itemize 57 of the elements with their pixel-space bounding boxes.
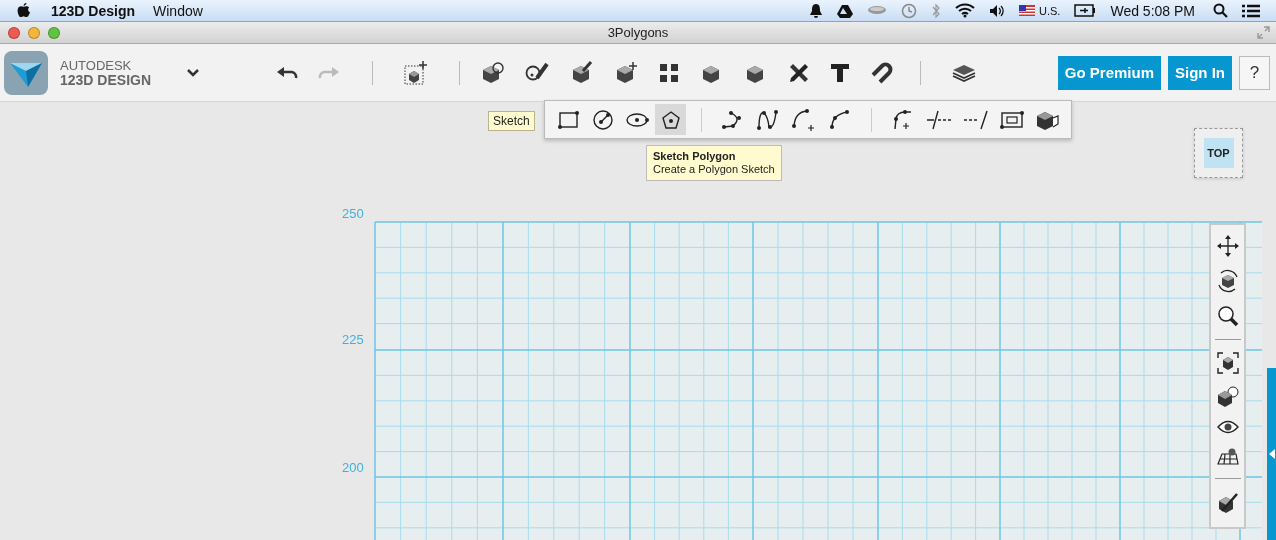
close-button[interactable] — [8, 26, 20, 39]
cube-icon[interactable] — [480, 60, 505, 85]
speaker-icon[interactable] — [989, 3, 1006, 18]
help-button[interactable]: ? — [1239, 55, 1270, 90]
brand-name: AUTODESK — [60, 58, 133, 73]
view-cube-face[interactable]: TOP — [1203, 138, 1234, 168]
extend-icon[interactable] — [963, 109, 989, 130]
tooltip-title: Sketch Polygon — [653, 150, 737, 163]
fit-view-icon[interactable] — [1216, 352, 1239, 374]
input-source[interactable]: U.S. — [1039, 4, 1061, 17]
tooltip-text: Create a Polygon Sketch — [653, 163, 775, 176]
bell-icon[interactable] — [809, 2, 824, 19]
axis-label: 250 — [342, 206, 364, 221]
pan-icon[interactable] — [1216, 235, 1239, 257]
polygon-tool[interactable] — [655, 104, 686, 135]
caret-left-icon[interactable] — [1268, 449, 1275, 459]
axis-label: 225 — [342, 332, 364, 347]
undo-icon[interactable] — [276, 65, 299, 80]
magnet-icon[interactable] — [870, 61, 895, 84]
window-title: 3Polygons — [607, 25, 669, 40]
flag-icon[interactable] — [1019, 5, 1036, 16]
wifi-icon[interactable] — [955, 3, 976, 18]
circle-icon — [591, 108, 614, 131]
sketch-label: Sketch — [488, 111, 535, 131]
shading-icon[interactable] — [1216, 386, 1239, 408]
search-icon[interactable] — [1213, 3, 1228, 18]
orbit-icon[interactable] — [1216, 269, 1239, 293]
product-name: 123D DESIGN — [60, 72, 152, 87]
app-menu[interactable]: 123D Design — [51, 2, 136, 19]
menu-item[interactable]: Window — [153, 2, 203, 19]
offset-icon[interactable] — [1000, 109, 1024, 130]
rectangle-icon — [557, 109, 580, 130]
cube-icon[interactable] — [570, 60, 595, 85]
apple-icon[interactable] — [16, 2, 31, 19]
eye-icon[interactable] — [1216, 420, 1239, 434]
cube-icon[interactable] — [614, 60, 639, 85]
pentagon-icon — [660, 109, 681, 130]
text-tool-icon[interactable] — [830, 62, 851, 83]
cubes-grid-icon[interactable] — [658, 61, 681, 84]
zoom-button[interactable] — [48, 26, 60, 39]
battery-icon[interactable] — [1074, 4, 1097, 17]
clock-icon[interactable] — [901, 2, 918, 19]
arc-icon[interactable] — [791, 107, 817, 132]
zoom-icon[interactable] — [1216, 305, 1239, 327]
trim-icon[interactable] — [926, 109, 952, 130]
transform-icon[interactable] — [403, 59, 430, 86]
axis-label: 200 — [342, 460, 364, 475]
spline-icon[interactable] — [756, 108, 780, 131]
triangle-logo-icon[interactable] — [837, 3, 854, 18]
ellipse-icon — [624, 111, 649, 128]
arc-icon[interactable] — [828, 108, 852, 131]
list-icon[interactable] — [1242, 3, 1260, 18]
material-cube-icon[interactable] — [1216, 491, 1239, 515]
clock-text[interactable]: Wed 5:08 PM — [1110, 2, 1195, 19]
app-logo-icon[interactable] — [4, 50, 48, 95]
grid-eye-icon[interactable] — [1216, 446, 1239, 466]
chevron-down-icon[interactable] — [186, 68, 201, 77]
